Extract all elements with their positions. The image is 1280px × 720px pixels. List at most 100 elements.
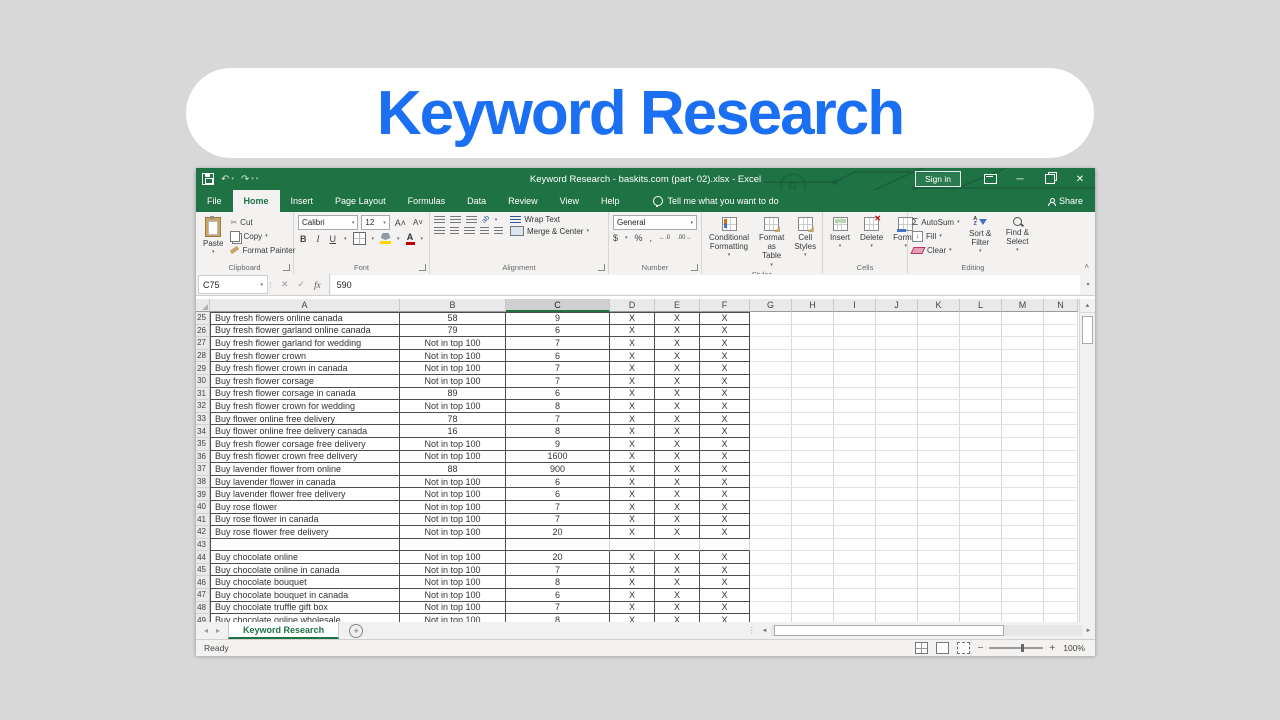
row-header-40[interactable]: 40 — [196, 501, 210, 514]
cell-N36[interactable] — [1044, 451, 1078, 464]
cell-H29[interactable] — [792, 362, 834, 375]
cell-L49[interactable] — [960, 614, 1002, 622]
number-format-select[interactable]: General▾ — [613, 215, 697, 230]
new-sheet-button[interactable]: + — [349, 624, 363, 638]
cell-B30[interactable]: Not in top 100 — [400, 375, 506, 388]
cell-F34[interactable]: X — [700, 425, 750, 438]
cell-M34[interactable] — [1002, 425, 1044, 438]
font-size-select[interactable]: 12▾ — [361, 215, 389, 230]
cell-L48[interactable] — [960, 602, 1002, 615]
cell-F29[interactable]: X — [700, 362, 750, 375]
cell-J39[interactable] — [876, 488, 918, 501]
cell-D37[interactable]: X — [610, 463, 655, 476]
cell-F32[interactable]: X — [700, 400, 750, 413]
cell-L34[interactable] — [960, 425, 1002, 438]
cell-I47[interactable] — [834, 589, 876, 602]
decrease-decimal-icon[interactable]: .00→ — [677, 235, 691, 241]
cell-M38[interactable] — [1002, 476, 1044, 489]
cell-J32[interactable] — [876, 400, 918, 413]
cell-C46[interactable]: 8 — [506, 576, 610, 589]
cell-K25[interactable] — [918, 312, 960, 325]
zoom-in-icon[interactable]: + — [1049, 643, 1055, 654]
cell-F37[interactable]: X — [700, 463, 750, 476]
cell-N25[interactable] — [1044, 312, 1078, 325]
cell-A46[interactable]: Buy chocolate bouquet — [210, 576, 400, 589]
increase-indent-icon[interactable] — [494, 227, 503, 235]
cell-G31[interactable] — [750, 388, 792, 401]
cell-E28[interactable]: X — [655, 350, 700, 363]
row-header-30[interactable]: 30 — [196, 375, 210, 388]
cell-K48[interactable] — [918, 602, 960, 615]
font-color-button[interactable]: A — [406, 233, 415, 245]
cell-E39[interactable]: X — [655, 488, 700, 501]
insert-cells-button[interactable]: Insert▾ — [827, 215, 853, 261]
row-header-44[interactable]: 44 — [196, 551, 210, 564]
cell-G46[interactable] — [750, 576, 792, 589]
cancel-entry-icon[interactable]: ✕ — [281, 279, 289, 290]
cell-E40[interactable]: X — [655, 501, 700, 514]
column-header-L[interactable]: L — [960, 299, 1002, 312]
horizontal-scrollbar[interactable]: ◄ ► — [758, 622, 1095, 639]
cell-E47[interactable]: X — [655, 589, 700, 602]
cell-H40[interactable] — [792, 501, 834, 514]
cell-I46[interactable] — [834, 576, 876, 589]
cell-B42[interactable]: Not in top 100 — [400, 526, 506, 539]
cell-D34[interactable]: X — [610, 425, 655, 438]
sign-in-button[interactable]: Sign in — [915, 171, 961, 187]
cell-L46[interactable] — [960, 576, 1002, 589]
cell-G40[interactable] — [750, 501, 792, 514]
bold-button[interactable]: B — [298, 234, 309, 244]
cell-J45[interactable] — [876, 564, 918, 577]
cell-N30[interactable] — [1044, 375, 1078, 388]
cell-C39[interactable]: 6 — [506, 488, 610, 501]
cell-K34[interactable] — [918, 425, 960, 438]
orientation-icon[interactable]: ab — [481, 214, 491, 224]
cell-A42[interactable]: Buy rose flower free delivery — [210, 526, 400, 539]
find-select-button[interactable]: Find & Select▾ — [1001, 215, 1034, 261]
cell-L28[interactable] — [960, 350, 1002, 363]
cell-B36[interactable]: Not in top 100 — [400, 451, 506, 464]
column-header-C[interactable]: C — [506, 299, 610, 312]
cell-K46[interactable] — [918, 576, 960, 589]
cell-G49[interactable] — [750, 614, 792, 622]
cell-L32[interactable] — [960, 400, 1002, 413]
number-dialog-launcher[interactable] — [691, 264, 698, 271]
cell-B44[interactable]: Not in top 100 — [400, 551, 506, 564]
sort-filter-button[interactable]: AZ Sort & Filter▾ — [964, 215, 997, 261]
cell-I37[interactable] — [834, 463, 876, 476]
insert-function-icon[interactable]: fx — [314, 280, 321, 290]
cell-F28[interactable]: X — [700, 350, 750, 363]
zoom-level[interactable]: 100% — [1063, 643, 1085, 653]
cell-H46[interactable] — [792, 576, 834, 589]
cell-K28[interactable] — [918, 350, 960, 363]
cell-D32[interactable]: X — [610, 400, 655, 413]
cell-B33[interactable]: 78 — [400, 413, 506, 426]
cell-G35[interactable] — [750, 438, 792, 451]
column-header-B[interactable]: B — [400, 299, 506, 312]
paste-button[interactable]: Paste▾ — [200, 215, 226, 261]
cell-D45[interactable]: X — [610, 564, 655, 577]
column-header-A[interactable]: A — [210, 299, 400, 312]
scroll-right-icon[interactable]: ► — [1082, 628, 1095, 634]
cell-D33[interactable]: X — [610, 413, 655, 426]
cell-N43[interactable] — [1044, 539, 1078, 552]
cell-I48[interactable] — [834, 602, 876, 615]
cell-C34[interactable]: 8 — [506, 425, 610, 438]
cell-A30[interactable]: Buy fresh flower corsage — [210, 375, 400, 388]
horizontal-scroll-thumb[interactable] — [774, 625, 1004, 636]
italic-button[interactable]: I — [315, 234, 322, 244]
cell-D26[interactable]: X — [610, 325, 655, 338]
cell-J37[interactable] — [876, 463, 918, 476]
cell-A32[interactable]: Buy fresh flower crown for wedding — [210, 400, 400, 413]
cell-A29[interactable]: Buy fresh flower crown in canada — [210, 362, 400, 375]
cell-K33[interactable] — [918, 413, 960, 426]
row-header-49[interactable]: 49 — [196, 614, 210, 622]
cell-M32[interactable] — [1002, 400, 1044, 413]
cell-N35[interactable] — [1044, 438, 1078, 451]
cell-N48[interactable] — [1044, 602, 1078, 615]
cell-E27[interactable]: X — [655, 337, 700, 350]
fill-color-button[interactable] — [380, 233, 391, 244]
cell-B32[interactable]: Not in top 100 — [400, 400, 506, 413]
column-header-K[interactable]: K — [918, 299, 960, 312]
top-align-icon[interactable] — [434, 216, 445, 224]
